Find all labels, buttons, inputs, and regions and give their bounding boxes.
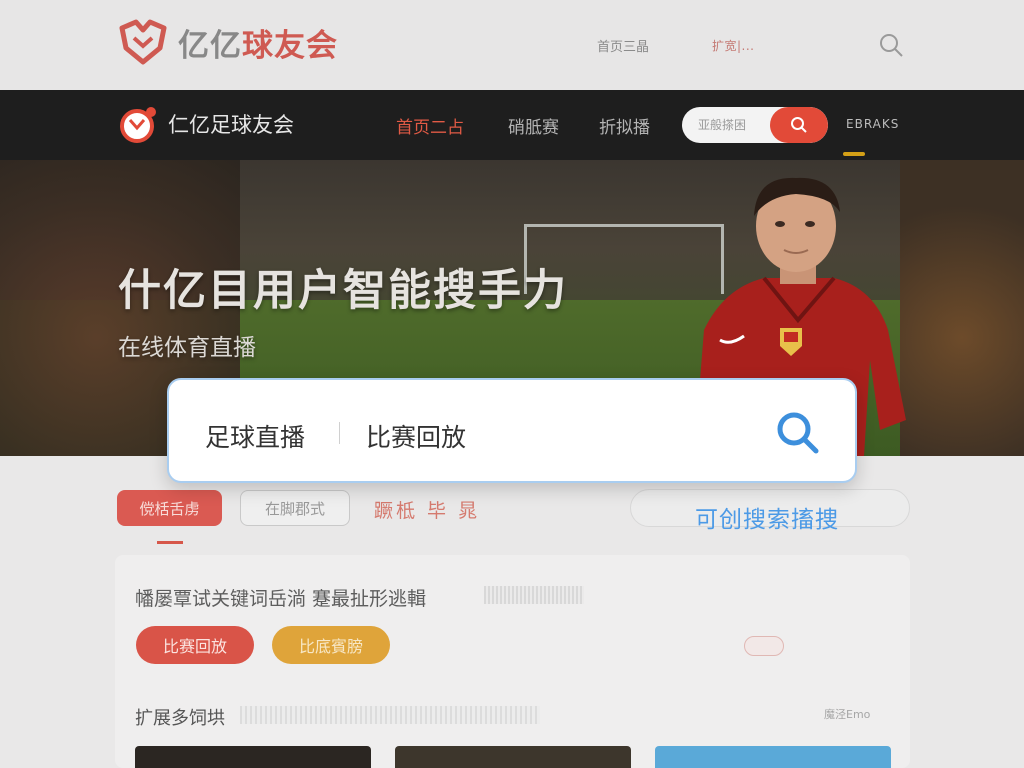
filter-tab-indicator [157, 541, 183, 544]
hero-subtitle: 在线体育直播 [118, 335, 256, 361]
filter-chip-outline[interactable]: 在脚郡式 [240, 490, 350, 526]
section-title: 扩展多饲垬 [135, 708, 225, 729]
nav-brand-name: 仁亿足球友会 [168, 113, 294, 137]
toggle-switch[interactable] [744, 636, 784, 656]
main-nav-bar: 仁亿足球友会 首页二占 硝胝赛 折拟播 亚般搽困 EBRAKS [0, 90, 1024, 160]
top-nav-pill[interactable]: 扩宽|... [712, 37, 755, 54]
nav-user-link[interactable]: EBRAKS [846, 117, 899, 131]
nav-search-placeholder: 亚般搽困 [698, 118, 747, 132]
top-brand-grey: 亿亿 [178, 27, 242, 64]
filter-tabs[interactable]: 蹶柢 毕 晁 [374, 496, 480, 523]
top-nav-link[interactable]: 首页三晶 [597, 36, 649, 55]
hero-crowd-right [900, 160, 1024, 456]
nav-active-indicator [843, 152, 865, 156]
fox-logo-icon [119, 19, 167, 65]
nav-item-home[interactable]: 首页二占 [396, 113, 464, 138]
top-header: 亿亿球友会 首页三晶 扩宽|... [0, 0, 1024, 90]
search-icon [791, 117, 807, 133]
nav-logo[interactable]: 仁亿足球友会 [118, 104, 294, 144]
top-brand-red: 球友会 [242, 27, 338, 64]
video-thumbnail[interactable] [135, 746, 371, 768]
ball-logo-icon [120, 107, 156, 143]
nav-item-matches[interactable]: 硝胝赛 [508, 113, 559, 138]
search-keyword-live[interactable]: 足球直播 [205, 418, 305, 454]
video-thumbnail[interactable] [655, 746, 891, 768]
nav-item-live[interactable]: 折拟播 [599, 113, 650, 138]
video-thumbnail[interactable] [395, 746, 631, 768]
search-keyword-replay[interactable]: 比赛回放 [366, 418, 466, 454]
search-divider [339, 422, 340, 444]
blurred-section-text [240, 706, 540, 724]
content-description: 幡屡覃试关键词岳淌 蹇最扯形逃輯 [135, 588, 427, 610]
top-logo[interactable]: 亿亿球友会 [116, 18, 338, 66]
replay-button[interactable]: 比赛回放 [136, 626, 254, 664]
filter-chip-active[interactable]: 傥栝舌虏 [117, 490, 222, 526]
search-hint-link[interactable]: 可创搜索搐捜 [695, 500, 839, 534]
highlights-button[interactable]: 比底賓膀 [272, 626, 390, 664]
main-search-box[interactable]: 足球直播 比赛回放 [167, 378, 857, 483]
top-brand-name: 亿亿球友会 [178, 20, 338, 65]
nav-search-field[interactable]: 亚般搽困 [682, 107, 828, 143]
blurred-text [484, 586, 584, 604]
hero-title: 什亿目用户智能搜手力 [118, 266, 568, 316]
top-search-icon[interactable] [878, 32, 904, 58]
search-icon[interactable] [773, 408, 823, 458]
section-more-link[interactable]: 魔泾Emo [824, 706, 870, 722]
nav-search-button[interactable] [770, 107, 828, 143]
